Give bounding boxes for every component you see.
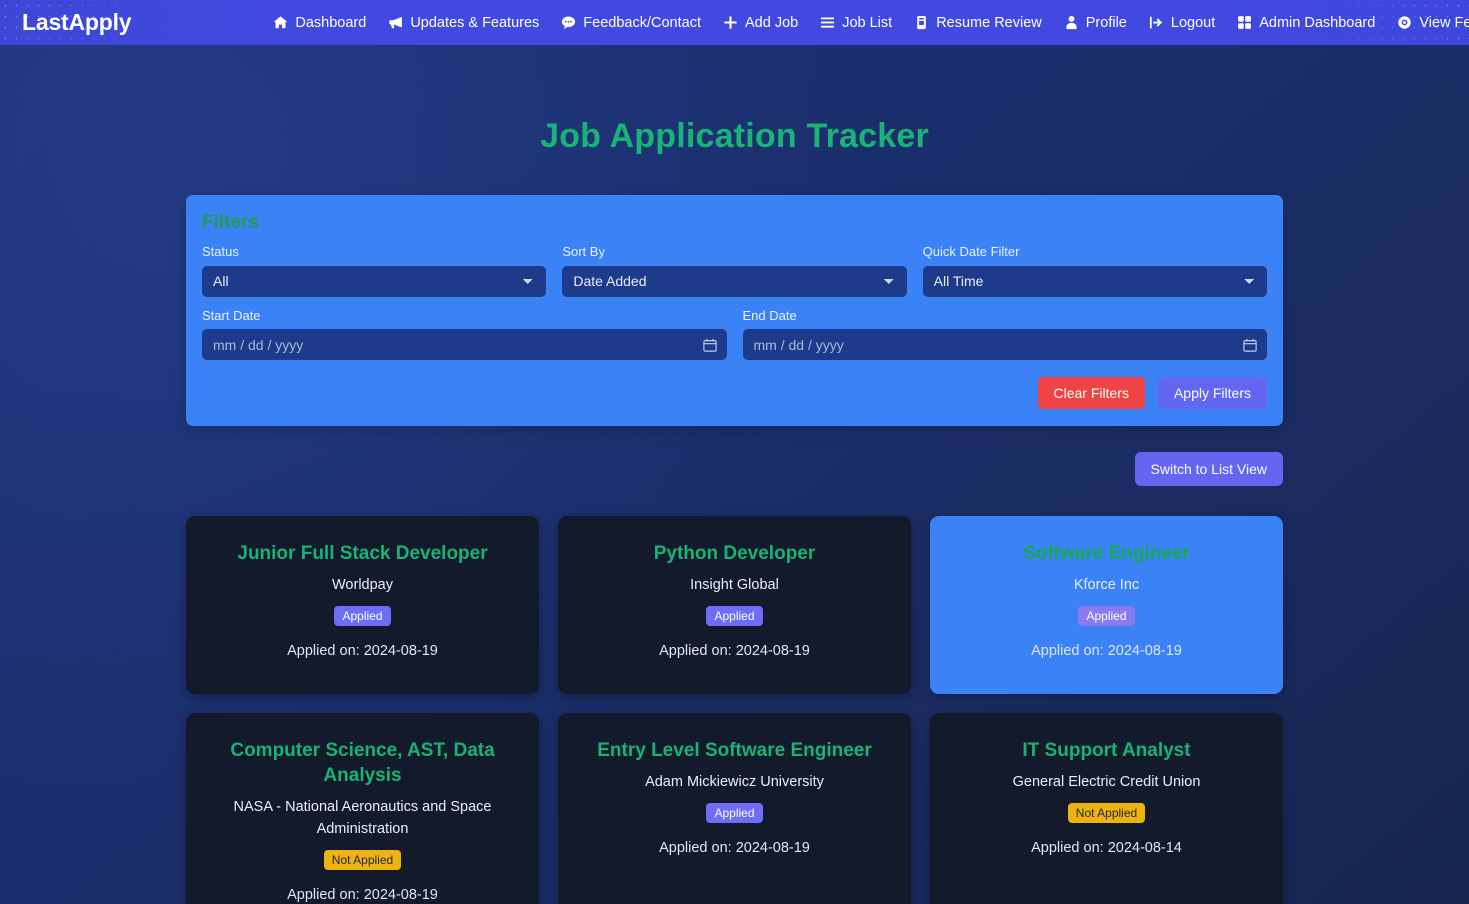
brand-logo[interactable]: LastApply [22, 9, 132, 36]
job-card[interactable]: Junior Full Stack Developer Worldpay Appli… [186, 516, 539, 695]
logout-icon [1149, 15, 1164, 30]
job-card[interactable]: Python Developer Insight Global Applied App… [558, 516, 911, 695]
end-date-wrap: mm / dd / yyyy [742, 329, 1267, 361]
status-field: Status All [202, 244, 547, 297]
status-badge-wrap: Not Applied [206, 849, 519, 870]
filters-heading: Filters [202, 212, 260, 233]
sort-by-label: Sort By [562, 244, 605, 259]
status-badge-wrap: Not Applied [950, 803, 1263, 824]
nav-link-job-list[interactable]: Job List [820, 15, 892, 31]
nav-link-dashboard[interactable]: Dashboard [273, 15, 366, 31]
job-card[interactable]: IT Support Analyst General Electric Credi… [930, 713, 1283, 904]
job-title: Entry Level Software Engineer [597, 740, 872, 762]
nav-link-label: Dashboard [295, 14, 367, 31]
filters-panel: Filters Status All Sort By Date Added Qu… [186, 195, 1283, 427]
sort-by-field: Sort By Date Added [562, 244, 907, 297]
job-title: Computer Science, AST, Data Analysis [230, 740, 495, 787]
nav-link-view-feedback[interactable]: View Feedback [1397, 15, 1469, 31]
status-badge: Applied [706, 803, 763, 824]
job-applied-date: Applied on: 2024-08-19 [659, 840, 810, 857]
job-company: General Electric Credit Union [1012, 774, 1201, 791]
start-date-label: Start Date [202, 307, 261, 323]
eye-icon [1397, 15, 1412, 30]
status-select[interactable]: All [202, 265, 547, 297]
nav-link-label: Feedback/Contact [583, 14, 701, 31]
job-card-grid: Junior Full Stack Developer Worldpay Appli… [186, 516, 1283, 904]
nav-link-add-job[interactable]: Add Job [723, 15, 798, 31]
status-label: Status [202, 244, 239, 259]
job-applied-date: Applied on: 2024-08-14 [1031, 840, 1182, 857]
job-company: Insight Global [690, 577, 779, 594]
job-applied-date: Applied on: 2024-08-19 [287, 643, 438, 660]
job-applied-date: Applied on: 2024-08-19 [1031, 643, 1182, 660]
megaphone-icon [388, 15, 403, 30]
nav-link-label: Add Job [744, 14, 799, 31]
job-card[interactable]: Software Engineer Kforce Inc Applied Applie… [930, 516, 1283, 695]
chat-bubble-icon [561, 15, 576, 30]
status-badge-wrap: Applied [578, 803, 891, 824]
home-icon [273, 15, 288, 30]
top-navbar: LastApply Dashboard Updates & Features Fee… [0, 0, 1469, 45]
nav-link-label: Logout [1170, 14, 1216, 31]
apply-filters-button[interactable]: Apply Filters [1157, 377, 1267, 410]
nav-link-label: Profile [1085, 14, 1127, 31]
grid-icon [1237, 15, 1252, 30]
status-badge: Applied [334, 606, 391, 627]
job-applied-date: Applied on: 2024-08-19 [659, 643, 810, 660]
filter-row-dates: Start Date mm / dd / yyyy End Date mm / … [202, 308, 1267, 361]
filter-row-selects: Status All Sort By Date Added Quick Date… [202, 244, 1267, 297]
job-title: Python Developer [653, 543, 816, 565]
job-title: Software Engineer [1023, 543, 1190, 565]
status-badge-wrap: Applied [578, 606, 891, 627]
main-content: Job Application Tracker Filters Status A… [0, 117, 1469, 904]
page-title: Job Application Tracker [540, 117, 929, 155]
nav-links: Dashboard Updates & Features Feedback/Cont… [273, 15, 1469, 31]
job-applied-date: Applied on: 2024-08-19 [287, 886, 438, 903]
document-icon [914, 15, 929, 30]
status-badge-wrap: Applied [950, 606, 1263, 627]
list-icon [820, 15, 835, 30]
filter-actions: Clear Filters Apply Filters [202, 377, 1267, 410]
start-date-field: Start Date mm / dd / yyyy [202, 308, 727, 361]
job-company: Kforce Inc [1073, 577, 1140, 594]
nav-link-profile[interactable]: Profile [1064, 15, 1127, 31]
start-date-wrap: mm / dd / yyyy [202, 329, 727, 361]
status-badge: Applied [706, 606, 763, 627]
view-toggle-row: Switch to List View [186, 452, 1283, 487]
nav-link-feedback-contact[interactable]: Feedback/Contact [561, 15, 701, 31]
job-company: NASA - National Aeronautics and Space Ad… [233, 799, 492, 838]
status-badge: Applied [1078, 606, 1135, 627]
nav-link-label: View Feedback [1419, 14, 1469, 31]
nav-link-updates-features[interactable]: Updates & Features [388, 15, 539, 31]
start-date-input[interactable]: mm / dd / yyyy [202, 329, 727, 361]
nav-link-resume-review[interactable]: Resume Review [914, 15, 1042, 31]
nav-link-logout[interactable]: Logout [1149, 15, 1215, 31]
job-company: Worldpay [332, 577, 393, 594]
job-card[interactable]: Computer Science, AST, Data Analysis NASA… [186, 713, 539, 904]
nav-link-label: Job List [842, 14, 893, 31]
job-card[interactable]: Entry Level Software Engineer Adam Mickie… [558, 713, 911, 904]
plus-icon [723, 15, 738, 30]
sort-by-select[interactable]: Date Added [562, 265, 907, 297]
quick-date-select[interactable]: All Time [922, 265, 1267, 297]
end-date-label: End Date [742, 307, 797, 323]
quick-date-field: Quick Date Filter All Time [922, 244, 1267, 297]
clear-filters-button[interactable]: Clear Filters [1037, 377, 1145, 410]
switch-view-button[interactable]: Switch to List View [1134, 452, 1283, 487]
status-badge: Not Applied [1067, 803, 1146, 824]
job-title: IT Support Analyst [1022, 740, 1191, 762]
nav-link-label: Admin Dashboard [1259, 14, 1376, 31]
quick-date-label: Quick Date Filter [922, 244, 1020, 259]
status-badge: Not Applied [323, 849, 402, 870]
user-icon [1064, 15, 1079, 30]
end-date-field: End Date mm / dd / yyyy [742, 307, 1267, 361]
nav-link-label: Updates & Features [410, 14, 540, 31]
nav-link-admin-dashboard[interactable]: Admin Dashboard [1237, 15, 1375, 31]
end-date-input[interactable]: mm / dd / yyyy [742, 329, 1267, 361]
job-title: Junior Full Stack Developer [237, 543, 488, 565]
nav-link-label: Resume Review [936, 14, 1042, 31]
job-company: Adam Mickiewicz University [645, 774, 824, 791]
status-badge-wrap: Applied [206, 606, 519, 627]
